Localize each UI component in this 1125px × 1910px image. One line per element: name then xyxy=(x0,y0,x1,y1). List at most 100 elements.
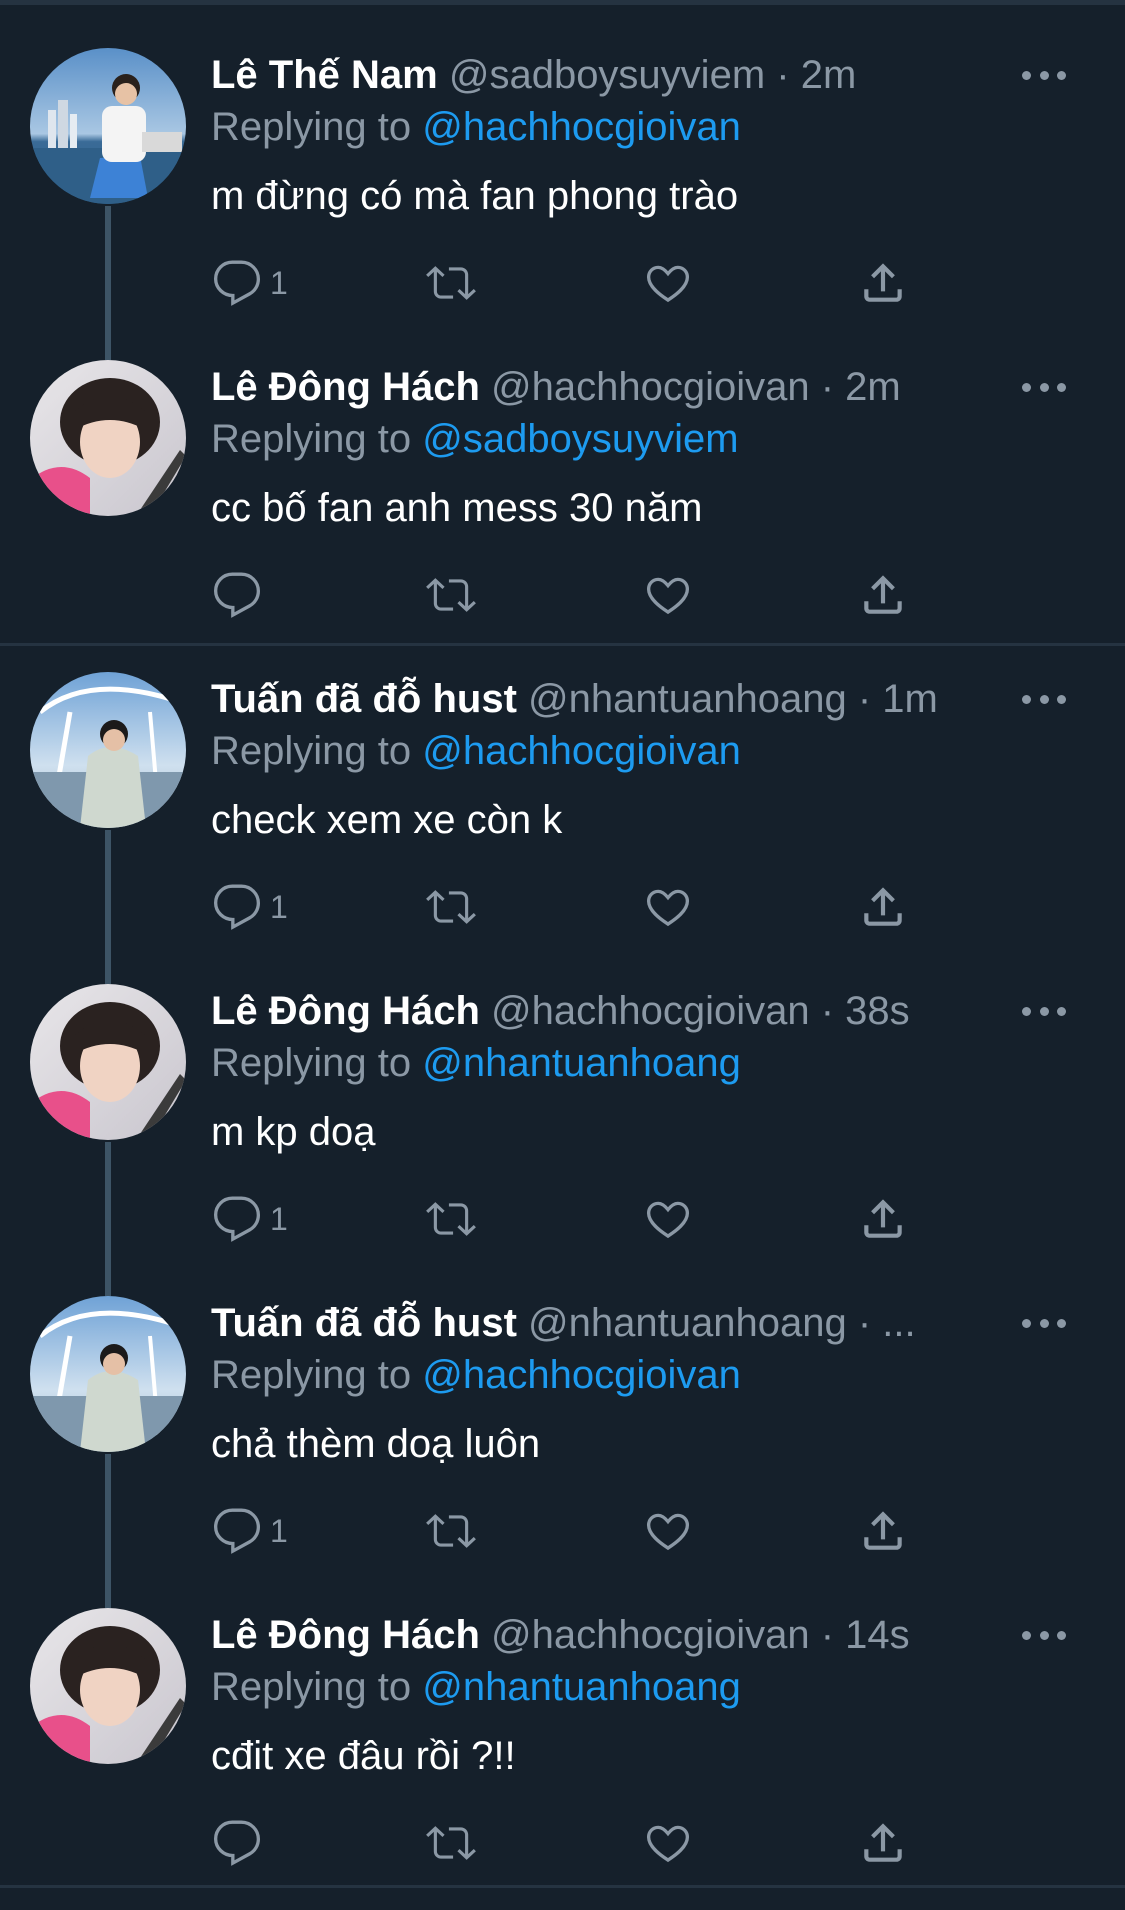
tweet-4[interactable]: Lê Đông Hách @hachhocgioivan · 38s Reply… xyxy=(0,936,1125,1296)
user-handle[interactable]: @hachhocgioivan xyxy=(491,989,810,1033)
replying-to-label: Replying to xyxy=(211,1041,423,1085)
share-button[interactable] xyxy=(858,258,908,308)
display-name[interactable]: Lê Thế Nam xyxy=(211,53,438,97)
replying-to-handle[interactable]: @hachhocgioivan xyxy=(422,1353,741,1397)
tweet-header: Tuấn đã đỗ hust @nhantuanhoang · ... xyxy=(211,1298,991,1348)
more-icon[interactable] xyxy=(1022,1622,1066,1648)
timestamp[interactable]: · 38s xyxy=(821,989,910,1033)
retweet-button[interactable] xyxy=(425,570,477,620)
retweet-icon xyxy=(426,890,476,924)
replying-to-handle[interactable]: @nhantuanhoang xyxy=(422,1041,741,1085)
more-icon[interactable] xyxy=(1022,62,1066,88)
share-button[interactable] xyxy=(858,1818,908,1868)
replying-to-handle[interactable]: @nhantuanhoang xyxy=(422,1665,741,1709)
avatar[interactable] xyxy=(30,672,186,828)
timestamp[interactable]: · 2m xyxy=(821,365,901,409)
reply-button[interactable]: 1 xyxy=(212,1194,288,1244)
reply-button[interactable]: 1 xyxy=(212,258,288,308)
reply-button[interactable] xyxy=(212,1818,270,1868)
share-icon xyxy=(864,575,902,614)
share-button[interactable] xyxy=(858,570,908,620)
user-handle[interactable]: @hachhocgioivan xyxy=(491,365,810,409)
more-icon[interactable] xyxy=(1022,998,1066,1024)
tweet-2[interactable]: Lê Đông Hách @hachhocgioivan · 2m Replyi… xyxy=(0,312,1125,624)
like-button[interactable] xyxy=(643,882,693,932)
tweet-actions xyxy=(0,570,1125,620)
display-name[interactable]: Lê Đông Hách xyxy=(211,365,480,409)
timestamp[interactable]: · ... xyxy=(858,1301,916,1345)
reply-icon xyxy=(213,1508,261,1554)
replying-to-handle[interactable]: @hachhocgioivan xyxy=(422,105,741,149)
tweet-actions xyxy=(0,1818,1125,1868)
reply-button[interactable]: 1 xyxy=(212,882,288,932)
reply-icon xyxy=(213,260,261,306)
display-name[interactable]: Lê Đông Hách xyxy=(211,989,480,1033)
avatar[interactable] xyxy=(30,48,186,204)
share-button[interactable] xyxy=(858,1506,908,1556)
reply-icon xyxy=(213,884,261,930)
heart-icon xyxy=(646,1513,690,1551)
like-button[interactable] xyxy=(643,1194,693,1244)
tweet-3[interactable]: Tuấn đã đỗ hust @nhantuanhoang · 1m Repl… xyxy=(0,624,1125,984)
reply-icon xyxy=(213,572,261,618)
more-icon[interactable] xyxy=(1022,374,1066,400)
retweet-button[interactable] xyxy=(425,1506,477,1556)
heart-icon xyxy=(646,1825,690,1863)
reply-icon xyxy=(213,1820,261,1866)
timestamp[interactable]: · 1m xyxy=(858,677,938,721)
tweet-header: Tuấn đã đỗ hust @nhantuanhoang · 1m xyxy=(211,674,991,724)
more-icon[interactable] xyxy=(1022,686,1066,712)
retweet-button[interactable] xyxy=(425,1194,477,1244)
user-handle[interactable]: @sadboysuyviem xyxy=(449,53,765,97)
user-handle[interactable]: @nhantuanhoang xyxy=(528,1301,847,1345)
reply-count: 1 xyxy=(270,1201,288,1237)
retweet-button[interactable] xyxy=(425,1818,477,1868)
heart-icon xyxy=(646,265,690,303)
avatar[interactable] xyxy=(30,360,186,516)
replying-to-label: Replying to xyxy=(211,1353,423,1397)
display-name[interactable]: Tuấn đã đỗ hust xyxy=(211,1301,517,1345)
avatar[interactable] xyxy=(30,984,186,1140)
tweet-actions: 1 xyxy=(0,1506,1125,1556)
share-icon xyxy=(864,263,902,302)
timestamp[interactable]: · 2m xyxy=(776,53,856,97)
display-name[interactable]: Tuấn đã đỗ hust xyxy=(211,677,517,721)
like-button[interactable] xyxy=(643,570,693,620)
share-button[interactable] xyxy=(858,882,908,932)
reply-count: 1 xyxy=(270,1513,288,1549)
tweet-1[interactable]: Lê Thế Nam @sadboysuyviem · 2m Replying … xyxy=(0,0,1125,360)
tweet-actions: 1 xyxy=(0,882,1125,932)
user-handle[interactable]: @hachhocgioivan xyxy=(491,1613,810,1657)
retweet-button[interactable] xyxy=(425,258,477,308)
reply-count: 1 xyxy=(270,889,288,925)
tweet-text: m đừng có mà fan phong trào xyxy=(211,174,739,218)
avatar[interactable] xyxy=(30,1608,186,1764)
replying-to: Replying to @hachhocgioivan xyxy=(211,726,741,776)
replying-to-handle[interactable]: @sadboysuyviem xyxy=(422,417,738,461)
reply-button[interactable] xyxy=(212,570,270,620)
replying-to: Replying to @hachhocgioivan xyxy=(211,1350,741,1400)
tweet-text: check xem xe còn k xyxy=(211,798,563,842)
reply-icon xyxy=(213,1196,261,1242)
reply-button[interactable]: 1 xyxy=(212,1506,288,1556)
replying-to-handle[interactable]: @hachhocgioivan xyxy=(422,729,741,773)
like-button[interactable] xyxy=(643,1818,693,1868)
share-button[interactable] xyxy=(858,1194,908,1244)
replying-to: Replying to @hachhocgioivan xyxy=(211,102,741,152)
heart-icon xyxy=(646,577,690,615)
retweet-icon xyxy=(426,266,476,300)
reply-count: 1 xyxy=(270,265,288,301)
retweet-icon xyxy=(426,1826,476,1860)
tweet-6[interactable]: Lê Đông Hách @hachhocgioivan · 14s Reply… xyxy=(0,1560,1125,1872)
more-icon[interactable] xyxy=(1022,1310,1066,1336)
display-name[interactable]: Lê Đông Hách xyxy=(211,1613,480,1657)
like-button[interactable] xyxy=(643,258,693,308)
tweet-text: cđit xe đâu rồi ?!! xyxy=(211,1734,516,1778)
retweet-button[interactable] xyxy=(425,882,477,932)
like-button[interactable] xyxy=(643,1506,693,1556)
user-handle[interactable]: @nhantuanhoang xyxy=(528,677,847,721)
avatar[interactable] xyxy=(30,1296,186,1452)
timestamp[interactable]: · 14s xyxy=(821,1613,910,1657)
retweet-icon xyxy=(426,1202,476,1236)
tweet-5[interactable]: Tuấn đã đỗ hust @nhantuanhoang · ... Rep… xyxy=(0,1248,1125,1608)
